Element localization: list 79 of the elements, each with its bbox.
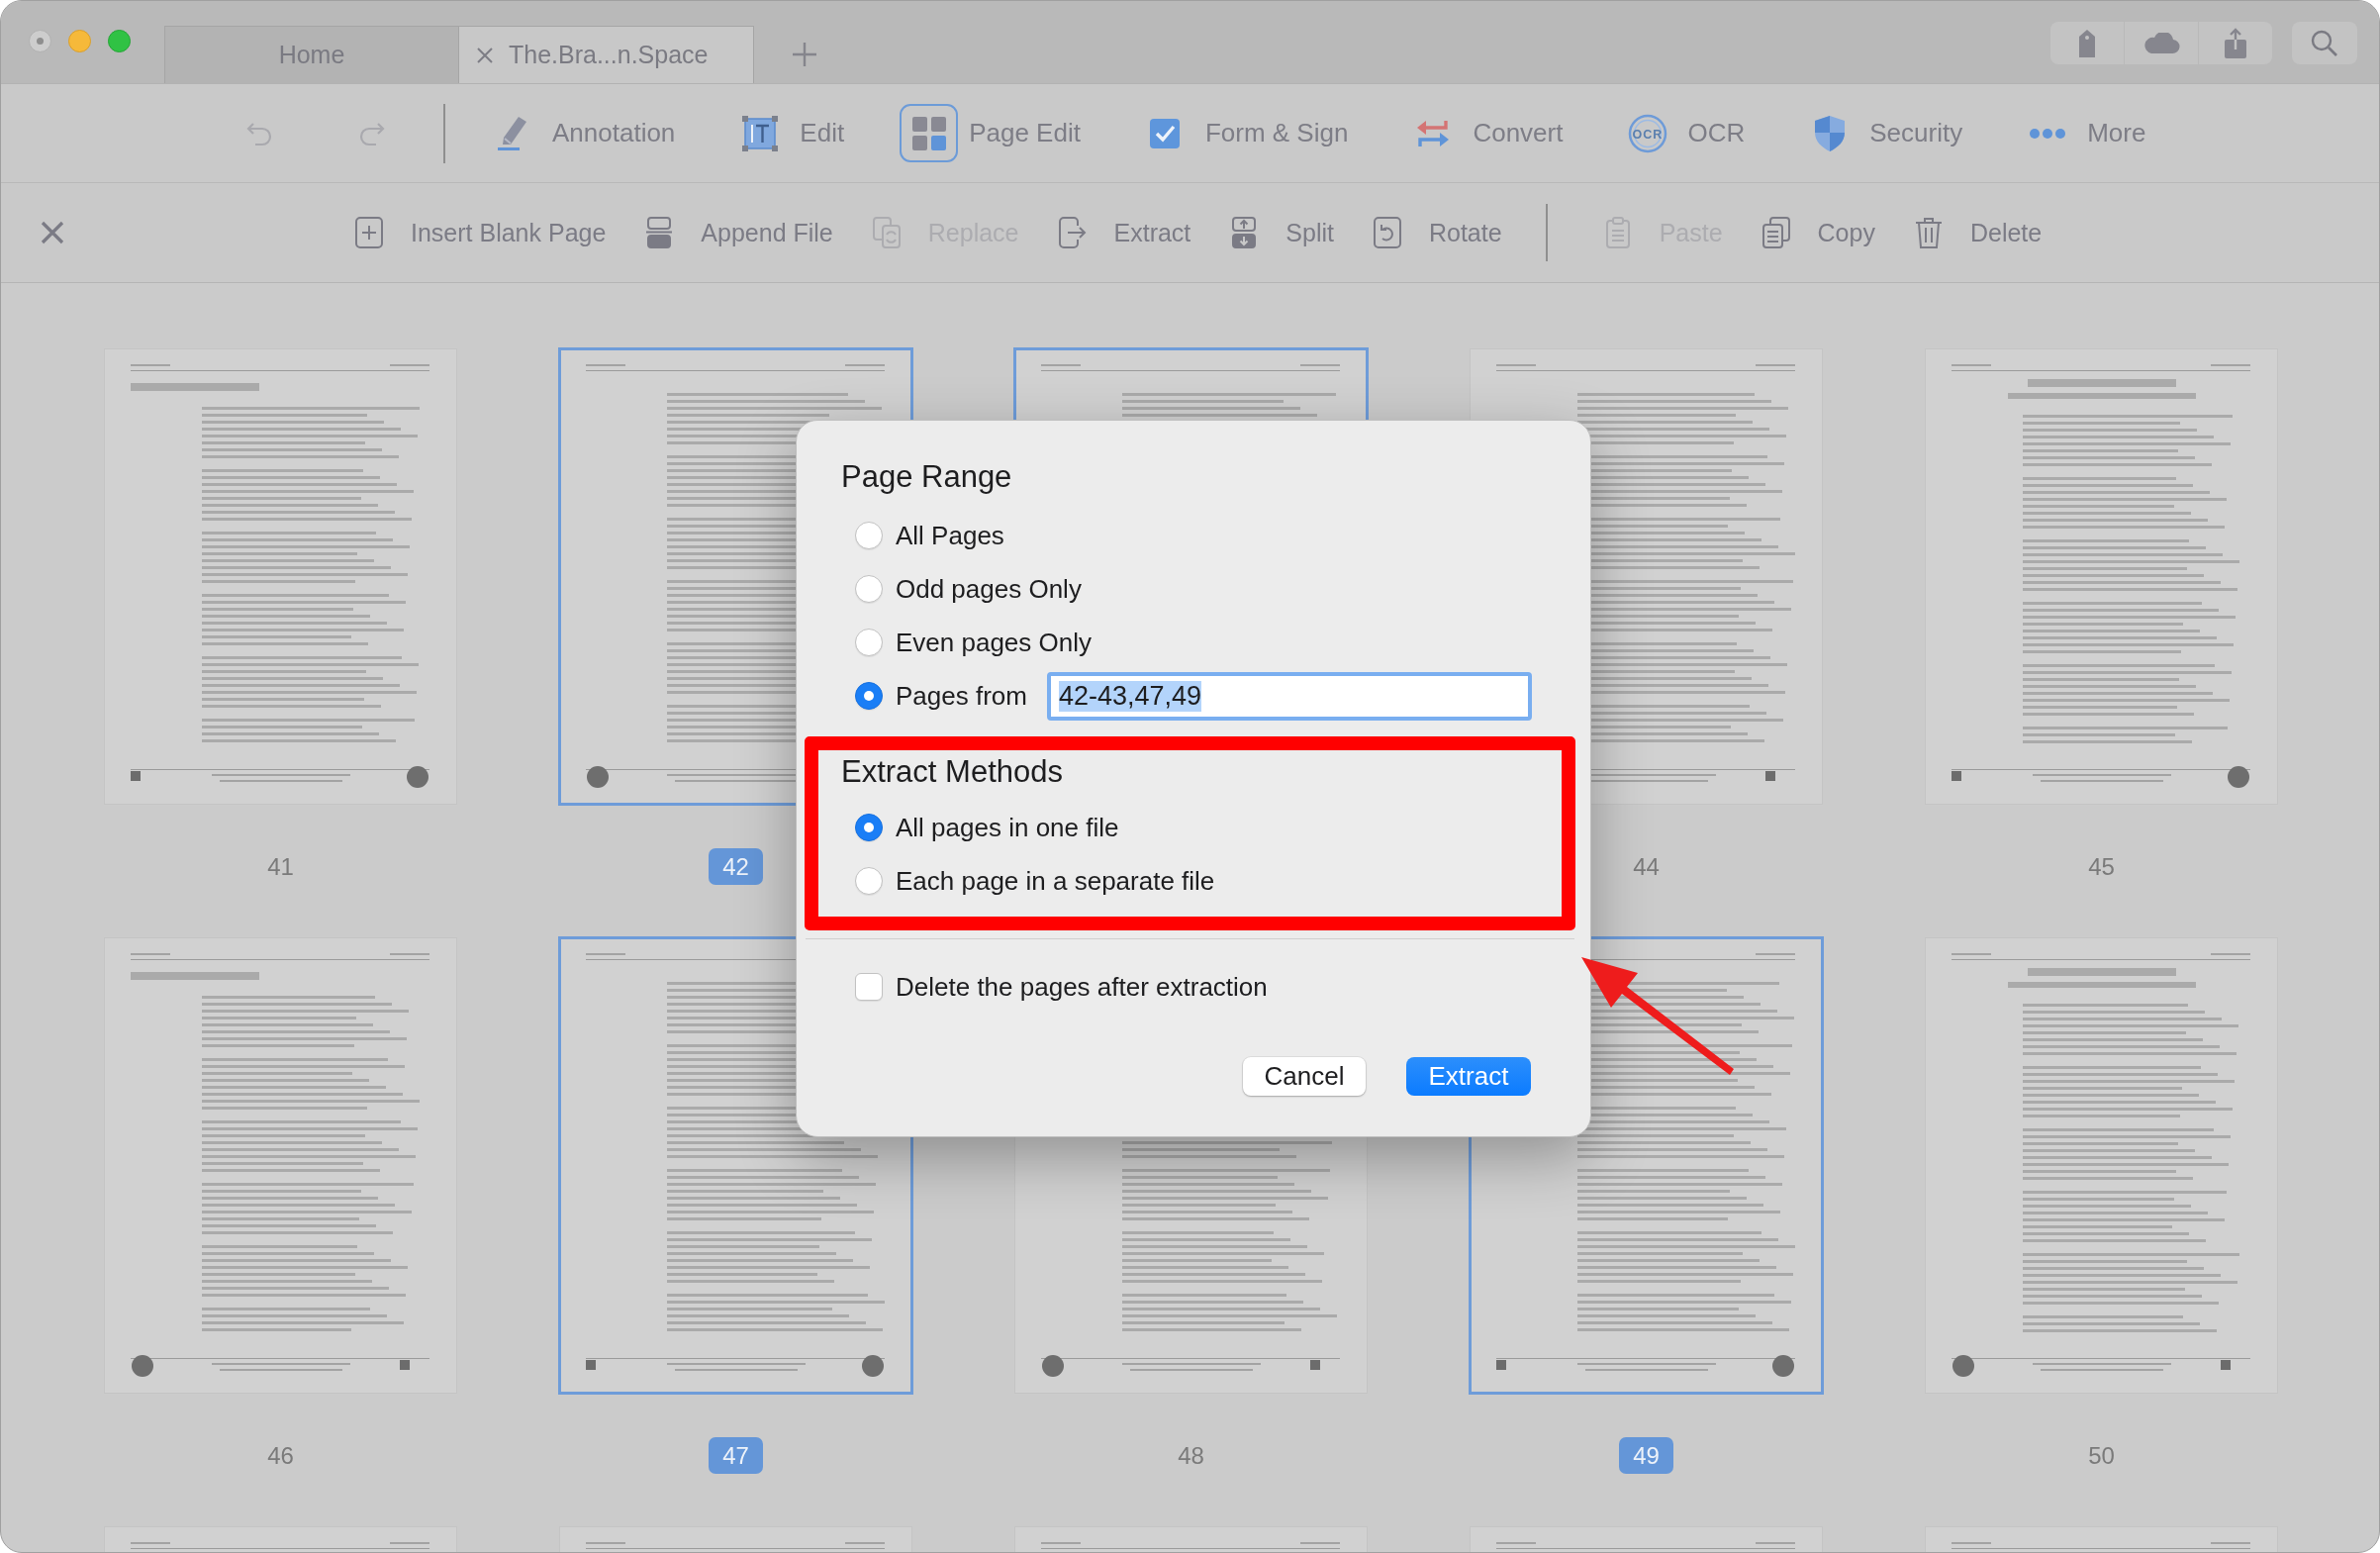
document-tab[interactable]: The.Bra...n.Space [459,26,754,83]
pages-swap-icon [872,217,901,248]
radio-label[interactable]: All Pages [896,520,1004,551]
window-minimize-icon[interactable] [68,29,91,52]
shield-icon [1813,114,1846,152]
confirm-button[interactable]: Extract [1406,1057,1531,1096]
search-icon [2311,29,2338,57]
radio-button[interactable] [855,867,883,895]
page-number: 42 [709,848,763,885]
window-zoom-icon[interactable] [108,29,131,52]
ocr-icon: OCR [1627,113,1667,153]
text-box-icon [741,115,778,151]
tray-icon [645,217,674,248]
delete-button[interactable]: Delete [1914,217,2043,248]
page-thumbnail[interactable] [1924,936,2279,1395]
page-number: 44 [1633,852,1660,882]
radio-button[interactable] [855,575,883,603]
page-number: 48 [1178,1441,1204,1471]
page-thumbnail[interactable] [1924,347,2279,806]
grid-icon [910,115,947,151]
checkbox[interactable] [855,973,883,1001]
checkmark-icon [1149,117,1182,149]
cloud-button[interactable] [2125,22,2198,64]
security-tab[interactable]: Security [1800,104,1963,162]
page-number: 49 [1619,1437,1673,1474]
radio-button[interactable] [855,814,883,841]
cloud-icon [2142,32,2180,54]
page-number: 45 [2088,852,2115,882]
share-button[interactable] [2199,22,2272,64]
page-number: 46 [267,1441,294,1471]
append-file-button[interactable]: Append File [645,217,833,248]
radio-button[interactable] [855,682,883,710]
split-page-icon [1230,217,1259,248]
radio-label[interactable]: Odd pages Only [896,573,1082,605]
close-icon[interactable] [41,221,64,244]
section-title: Extract Methods [841,754,1063,790]
copy-button[interactable]: Copy [1761,217,1875,248]
rotate-page-icon [1373,217,1401,248]
copy-icon [1761,217,1790,248]
checkbox-label[interactable]: Delete the pages after extraction [896,971,1268,1003]
page-number: 50 [2088,1441,2115,1471]
radio-button[interactable] [855,629,883,656]
page-arrow-icon [1058,217,1087,248]
rotate-button[interactable]: Rotate [1373,217,1502,248]
insert-page-button[interactable]: Insert Blank Page [355,217,607,248]
extract-button[interactable]: Extract [1058,217,1191,248]
page-range-field[interactable]: 42-43,47,49 [1046,671,1532,721]
edit-tab[interactable]: Edit [730,104,845,162]
tag-icon [2078,28,2096,58]
radio-label[interactable]: Each page in a separate file [896,865,1215,897]
plus-icon[interactable] [792,42,817,67]
page-thumbnail[interactable] [103,936,458,1395]
split-button[interactable]: Split [1230,217,1334,248]
convert-tab[interactable]: Convert [1403,104,1564,162]
section-title: Page Range [841,459,1012,495]
more-icon [2029,128,2065,139]
page-edit-tab[interactable]: Page Edit [900,104,1081,162]
more-tab[interactable]: More [2018,104,2146,162]
window-close-icon[interactable] [29,29,51,52]
tag-button[interactable] [2050,22,2124,64]
ocr-tab[interactable]: OCR OCR [1618,104,1746,162]
annotation-tab[interactable]: Annotation [483,104,676,162]
pen-icon [495,115,529,151]
close-icon[interactable] [475,45,495,65]
document-tab[interactable]: Home [164,26,459,83]
trash-icon [1914,217,1943,248]
radio-label[interactable]: Pages from [896,680,1027,712]
share-icon [2224,27,2247,59]
form-sign-tab[interactable]: Form & Sign [1135,104,1349,162]
search-button[interactable] [2292,22,2357,64]
radio-label[interactable]: All pages in one file [896,812,1119,843]
radio-label[interactable]: Even pages Only [896,627,1092,658]
cancel-button[interactable]: Cancel [1243,1057,1366,1096]
clipboard-icon [1603,217,1632,248]
page-number: 41 [267,852,294,882]
page-plus-icon [355,217,383,248]
page-number: 47 [709,1437,763,1474]
radio-button[interactable] [855,522,883,549]
page-thumbnail[interactable] [103,347,458,806]
